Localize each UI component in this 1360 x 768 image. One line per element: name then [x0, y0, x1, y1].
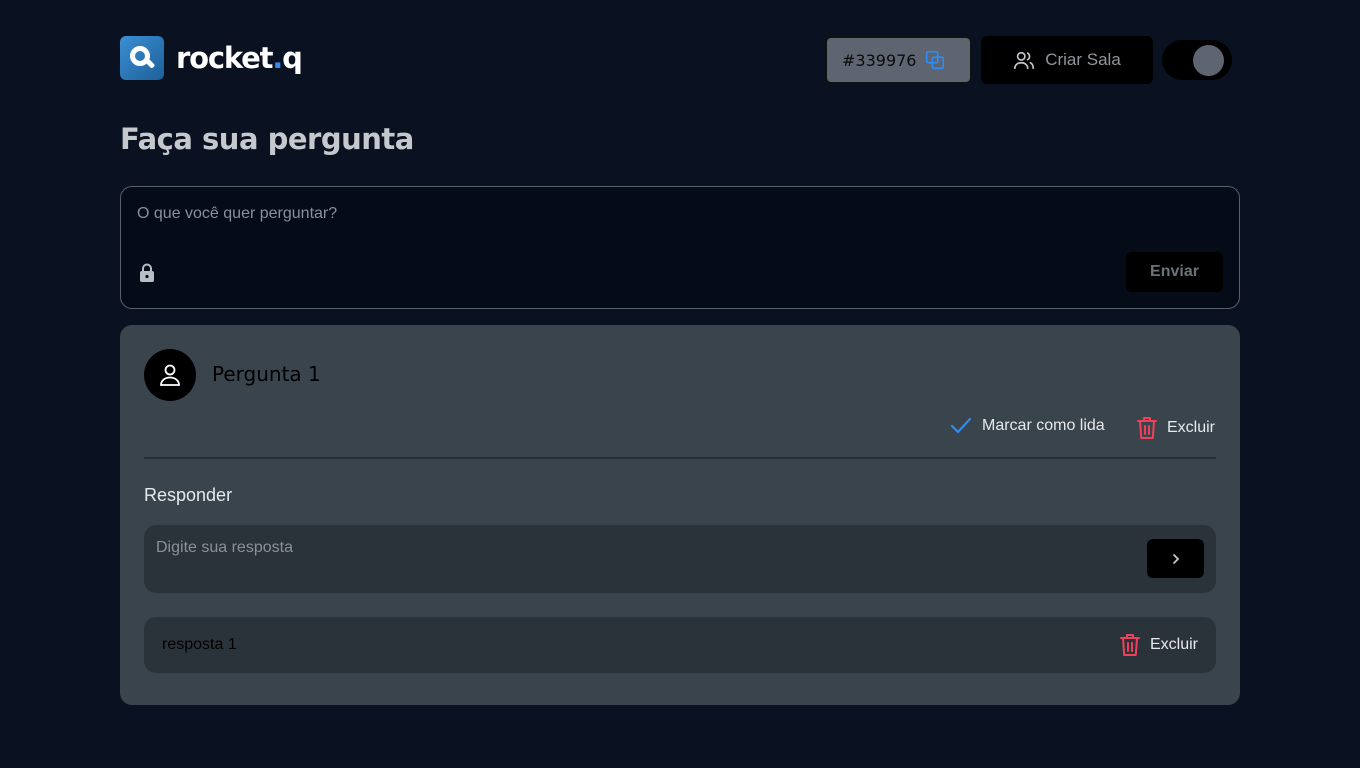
- reply-input[interactable]: [156, 539, 1056, 557]
- answer-text: resposta 1: [162, 636, 237, 653]
- question-input[interactable]: [137, 205, 1037, 223]
- delete-question-button[interactable]: Excluir: [1136, 416, 1215, 440]
- lock-icon: [140, 263, 154, 282]
- logo-icon: [120, 36, 164, 80]
- mark-read-button[interactable]: Marcar como lida: [950, 417, 1105, 435]
- users-icon: [1014, 51, 1035, 70]
- reply-send-button[interactable]: [1147, 539, 1204, 578]
- page-title: Faça sua pergunta: [120, 122, 414, 156]
- divider: [144, 457, 1216, 459]
- create-room-button[interactable]: Criar Sala: [981, 36, 1153, 84]
- question-form: Enviar: [120, 186, 1240, 309]
- room-code-button[interactable]: #339976: [825, 36, 972, 84]
- delete-question-label: Excluir: [1167, 419, 1216, 436]
- send-button[interactable]: Enviar: [1126, 252, 1223, 292]
- copy-icon: [926, 50, 945, 70]
- user-icon: [160, 364, 180, 386]
- trash-icon: [1119, 634, 1140, 656]
- avatar: [144, 349, 196, 401]
- theme-toggle[interactable]: [1162, 40, 1232, 80]
- question-card: Pergunta 1 Marcar como lida Excluir Resp…: [120, 325, 1240, 705]
- answer-item: resposta 1 Excluir: [144, 617, 1216, 673]
- toggle-knob: [1193, 45, 1224, 76]
- delete-answer-button[interactable]: Excluir: [1119, 633, 1198, 657]
- question-title: Pergunta 1: [212, 362, 321, 386]
- reply-label: Responder: [144, 485, 233, 505]
- header: rocket.q #339976 Criar Sala: [120, 36, 1240, 84]
- delete-answer-label: Excluir: [1149, 636, 1198, 653]
- create-room-label: Criar Sala: [1045, 50, 1121, 69]
- reply-form: [144, 525, 1216, 593]
- trash-icon: [1137, 417, 1157, 439]
- logo-text: rocket.q: [176, 41, 303, 75]
- check-icon: [950, 417, 972, 434]
- room-code-text: #339976: [842, 50, 917, 70]
- logo[interactable]: rocket.q: [120, 36, 303, 80]
- chevron-right-icon: [1172, 553, 1179, 564]
- mark-read-label: Marcar como lida: [982, 417, 1105, 434]
